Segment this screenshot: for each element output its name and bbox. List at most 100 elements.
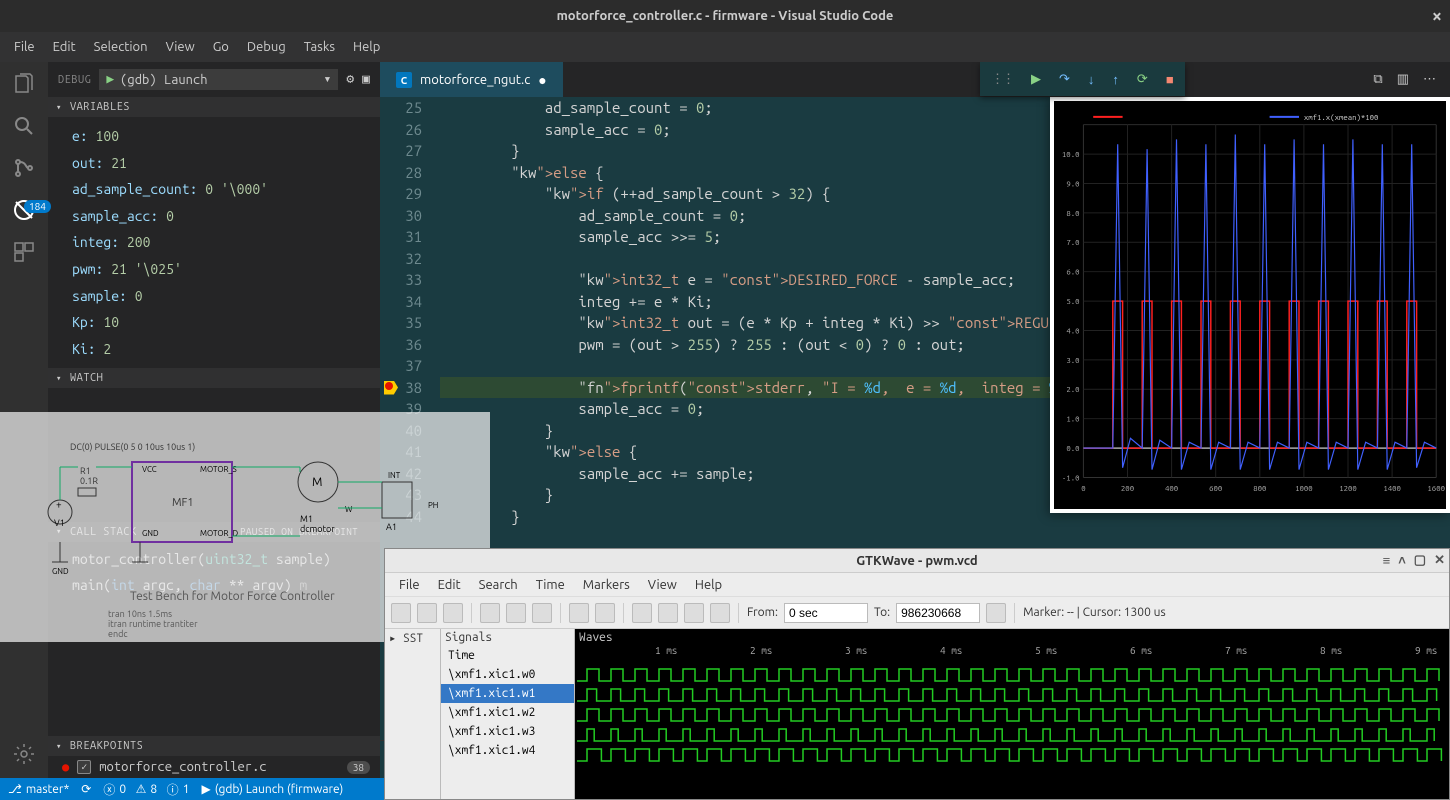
gtk-signal-row[interactable]: \xmf1.xic1.w2 — [441, 703, 574, 722]
gtk-signal-row[interactable]: \xmf1.xic1.w1 — [441, 684, 574, 703]
gtk-zoomfit-icon[interactable] — [480, 603, 500, 623]
debug-config-select[interactable]: ▶ (gdb) Launch ▾ — [99, 69, 338, 90]
step-into-icon[interactable]: ↓ — [1088, 72, 1095, 87]
debug-gear-icon[interactable]: ⚙ — [346, 72, 354, 87]
gtk-menu-file[interactable]: File — [391, 576, 428, 594]
svg-text:GND: GND — [142, 529, 159, 538]
variable-row[interactable]: sample: 0 — [72, 283, 380, 310]
gtk-zoomin-icon[interactable] — [506, 603, 526, 623]
gtk-waves-header: Waves — [575, 629, 1449, 646]
gtk-copy-icon[interactable] — [417, 603, 437, 623]
debug-console-icon[interactable]: ▣ — [362, 72, 370, 87]
plot-overlay[interactable]: xmf1.x(xmean)*100 0.0-1.0 1.02.03.04.05.… — [1050, 97, 1450, 513]
menu-tasks[interactable]: Tasks — [296, 36, 343, 58]
gtkwave-title: GTKWave - pwm.vcd — [856, 554, 977, 568]
gtk-menu-edit[interactable]: Edit — [430, 576, 469, 594]
gtkwave-close-icon[interactable]: ✕ — [1434, 553, 1445, 568]
gtk-signal-row[interactable]: Time — [441, 646, 574, 665]
split-editor-icon[interactable]: ⧉ — [1373, 72, 1382, 87]
debug-launch-status[interactable]: ▶ (gdb) Launch (firmware) — [201, 782, 343, 796]
sync-icon[interactable]: ⟳ — [81, 782, 91, 796]
restart-icon[interactable]: ⟳ — [1137, 72, 1148, 87]
gtk-first-icon[interactable] — [632, 603, 652, 623]
gtk-to-input[interactable] — [896, 603, 980, 623]
menu-edit[interactable]: Edit — [45, 36, 84, 58]
variables-header[interactable]: VARIABLES — [48, 97, 380, 117]
breakpoint-row[interactable]: ● ✓ motorforce_controller.c 38 — [48, 756, 380, 778]
continue-icon[interactable]: ▶ — [1031, 72, 1041, 87]
source-control-icon[interactable] — [10, 154, 38, 182]
svg-text:3.0: 3.0 — [1066, 357, 1079, 365]
gtk-last-icon[interactable] — [710, 603, 730, 623]
svg-text:MF1: MF1 — [172, 497, 194, 509]
menu-go[interactable]: Go — [205, 36, 237, 58]
variable-row[interactable]: out: 21 — [72, 150, 380, 177]
gtk-menu-time[interactable]: Time — [528, 576, 573, 594]
extensions-icon[interactable] — [10, 238, 38, 266]
gtk-sst-panel[interactable]: ▸ SST — [385, 629, 441, 799]
variable-row[interactable]: integ: 200 — [72, 229, 380, 256]
svg-text:W: W — [345, 505, 353, 514]
drag-handle-icon[interactable]: ⋮⋮ — [991, 72, 1013, 87]
window-title: motorforce_controller.c - firmware - Vis… — [557, 9, 894, 23]
gtk-signal-row[interactable]: \xmf1.xic1.w0 — [441, 665, 574, 684]
step-over-icon[interactable]: ↷ — [1059, 72, 1070, 87]
gtk-signal-row[interactable]: \xmf1.xic1.w3 — [441, 722, 574, 741]
menu-file[interactable]: File — [6, 36, 43, 58]
gtk-undo-icon[interactable] — [569, 603, 589, 623]
gtkwave-titlebar[interactable]: GTKWave - pwm.vcd ≡ ˄ ▢ ✕ — [385, 549, 1449, 573]
gtk-menu-view[interactable]: View — [640, 576, 685, 594]
gtk-waves-panel[interactable]: Waves 1 ms2 ms3 ms4 ms5 ms6 ms7 ms8 ms9 … — [575, 629, 1449, 799]
gtkwave-window[interactable]: GTKWave - pwm.vcd ≡ ˄ ▢ ✕ File Edit Sear… — [384, 548, 1450, 800]
gtk-from-input[interactable] — [784, 603, 868, 623]
main-menu: File Edit Selection View Go Debug Tasks … — [0, 32, 1450, 62]
gtk-signal-row[interactable]: \xmf1.xic1.w4 — [441, 741, 574, 760]
breakpoint-checkbox[interactable]: ✓ — [77, 760, 91, 774]
gtkwave-menubar: File Edit Search Time Markers View Help — [385, 573, 1449, 597]
gtkwave-up-icon[interactable]: ˄ — [1398, 553, 1406, 568]
gtk-cut-icon[interactable] — [391, 603, 411, 623]
editor-tabbar: C motorforce_ngut.c ● ⧉ ▥ ⋯ — [380, 62, 1450, 97]
explorer-icon[interactable] — [10, 70, 38, 98]
editor-tab[interactable]: C motorforce_ngut.c ● — [380, 62, 563, 97]
menu-view[interactable]: View — [158, 36, 203, 58]
gtkwave-menu-icon[interactable]: ≡ — [1383, 553, 1391, 568]
gtk-menu-markers[interactable]: Markers — [575, 576, 638, 594]
gtk-reload-icon[interactable] — [986, 603, 1006, 623]
search-icon[interactable] — [10, 112, 38, 140]
gtk-next-icon[interactable] — [684, 603, 704, 623]
more-icon[interactable]: ⋯ — [1423, 72, 1436, 87]
variable-row[interactable]: Kp: 10 — [72, 309, 380, 336]
gtk-paste-icon[interactable] — [443, 603, 463, 623]
gtk-redo-icon[interactable] — [595, 603, 615, 623]
settings-gear-icon[interactable] — [10, 740, 38, 768]
gtk-signals-panel: Signals Time \xmf1.xic1.w0 \xmf1.xic1.w1… — [441, 629, 575, 799]
svg-text:MOTOR_D: MOTOR_D — [200, 529, 238, 538]
menu-debug[interactable]: Debug — [239, 36, 294, 58]
variable-row[interactable]: pwm: 21 '\025' — [72, 256, 380, 283]
debug-toolbar[interactable]: ⋮⋮ ▶ ↷ ↓ ↑ ⟳ ■ — [980, 62, 1185, 96]
window-close-icon[interactable]: × — [1432, 6, 1442, 26]
layout-icon[interactable]: ▥ — [1397, 72, 1409, 87]
gtk-menu-help[interactable]: Help — [687, 576, 730, 594]
c-file-icon: C — [396, 72, 412, 88]
gtkwave-max-icon[interactable]: ▢ — [1414, 553, 1426, 568]
window-titlebar: motorforce_controller.c - firmware - Vis… — [0, 0, 1450, 32]
variable-row[interactable]: ad_sample_count: 0 '\000' — [72, 176, 380, 203]
svg-text:0.0: 0.0 — [1066, 445, 1079, 453]
svg-text:0.1R: 0.1R — [80, 476, 98, 486]
variable-row[interactable]: e: 100 — [72, 123, 380, 150]
menu-help[interactable]: Help — [345, 36, 388, 58]
variable-row[interactable]: sample_acc: 0 — [72, 203, 380, 230]
gtk-prev-icon[interactable] — [658, 603, 678, 623]
watch-header[interactable]: WATCH — [48, 368, 380, 388]
breakpoints-header[interactable]: BREAKPOINTS — [48, 736, 380, 756]
git-branch[interactable]: ⎇ master* — [8, 782, 69, 796]
variable-row[interactable]: Ki: 2 — [72, 336, 380, 363]
gtk-menu-search[interactable]: Search — [471, 576, 526, 594]
errors-warnings[interactable]: ⓧ 0 ⚠ 8 ⓘ 1 — [103, 781, 189, 798]
stop-icon[interactable]: ■ — [1166, 72, 1174, 87]
step-out-icon[interactable]: ↑ — [1112, 72, 1119, 87]
menu-selection[interactable]: Selection — [86, 36, 156, 58]
gtk-zoomout-icon[interactable] — [532, 603, 552, 623]
